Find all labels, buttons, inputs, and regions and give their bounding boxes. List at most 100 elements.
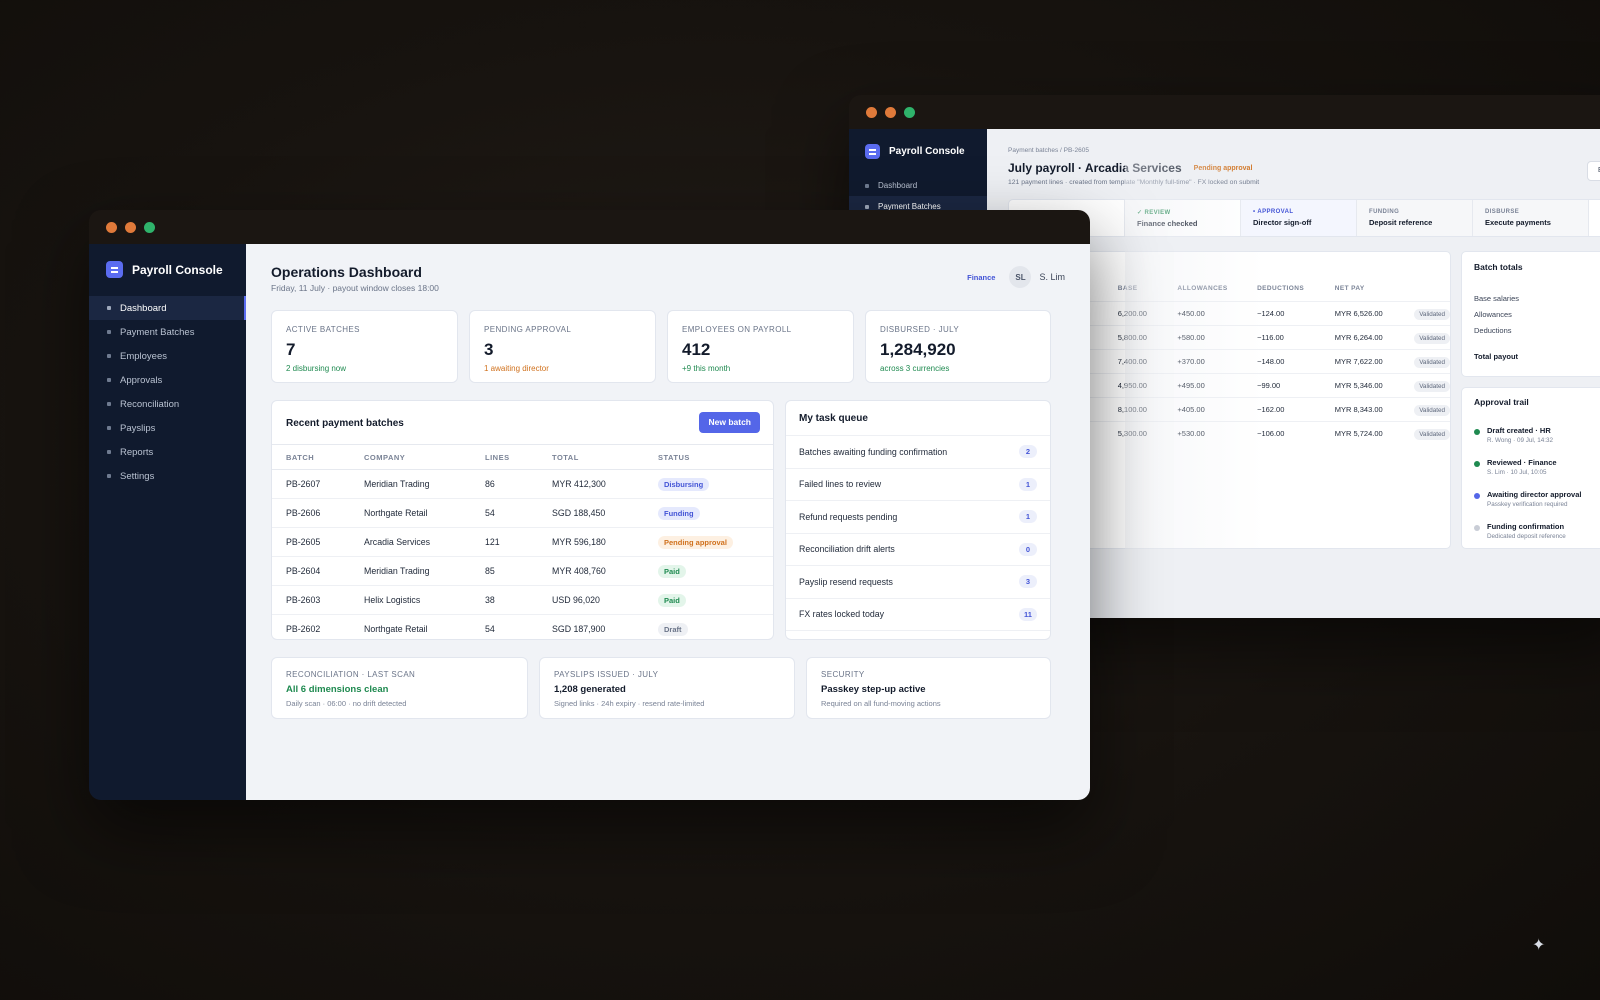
- table-cell: +495.00: [1177, 372, 1258, 397]
- sidebar-item-dashboard[interactable]: Dashboard: [849, 175, 987, 196]
- step-funding[interactable]: FUNDING Deposit reference: [1357, 200, 1473, 236]
- avatar[interactable]: SL: [1009, 266, 1032, 288]
- card-label: PAYSLIPS ISSUED · JULY: [554, 670, 659, 679]
- column-header[interactable]: ALLOWANCES: [1177, 277, 1257, 301]
- task-count-badge: 11: [1019, 607, 1037, 621]
- table-cell: MYR 8,343.00: [1334, 396, 1415, 421]
- column-header[interactable]: TOTAL: [552, 444, 658, 470]
- kpi-value: 7: [286, 340, 296, 359]
- user-menu[interactable]: Finance SL S. Lim: [967, 266, 1065, 288]
- task-item[interactable]: Batches awaiting funding confirmation 2: [786, 436, 1050, 469]
- bullet-icon: [107, 330, 111, 334]
- status-cell: Draft: [658, 615, 773, 644]
- sidebar-item-label: Reports: [120, 446, 154, 458]
- window-minimize-button[interactable]: [885, 106, 896, 118]
- task-count-badge: 0: [1019, 542, 1037, 556]
- validated-badge: Validated: [1414, 356, 1450, 368]
- sidebar-nav: Dashboard Payment Batches Employees Approva…: [89, 296, 246, 488]
- task-item[interactable]: Payslip resend requests 3: [786, 566, 1050, 599]
- column-header[interactable]: BATCH: [272, 444, 364, 470]
- task-item[interactable]: Refund requests pending 1: [786, 501, 1050, 534]
- column-header[interactable]: DEDUCTIONS: [1257, 277, 1335, 301]
- status-dot-icon: [1474, 429, 1480, 435]
- status-badge: Funding: [658, 506, 700, 520]
- window-maximize-button[interactable]: [144, 221, 155, 233]
- window-titlebar: [849, 95, 1600, 129]
- kpi-note: 1 awaiting director: [484, 364, 549, 373]
- step-approval[interactable]: • APPROVAL Director sign-off: [1241, 200, 1357, 236]
- column-header[interactable]: COMPANY: [364, 444, 485, 470]
- sidebar-item-reconciliation[interactable]: Reconciliation: [89, 392, 246, 416]
- kpi-card-employees[interactable]: EMPLOYEES ON PAYROLL 412 +9 this month: [667, 310, 854, 383]
- card-sub: Signed links · 24h expiry · resend rate-…: [554, 699, 705, 708]
- trail-event: Draft created · HR R. Wong · 09 Jul, 14:3…: [1474, 426, 1553, 444]
- kpi-value: 3: [484, 340, 494, 359]
- sidebar-item-dashboard[interactable]: Dashboard: [89, 296, 246, 320]
- kpi-card-disbursed[interactable]: DISBURSED · JULY 1,284,920 across 3 curr…: [865, 310, 1051, 383]
- table-row[interactable]: PB-2607 Meridian Trading 86 MYR 412,300 Disb…: [272, 469, 773, 499]
- task-item[interactable]: Reconciliation drift alerts 0: [786, 534, 1050, 566]
- card-headline: 1,208 generated: [554, 684, 626, 695]
- table-header-row: BATCH COMPANY LINES TOTAL STATUS: [272, 444, 773, 470]
- column-header[interactable]: STATUS: [658, 444, 773, 470]
- table-cell: −116.00: [1257, 324, 1335, 349]
- window-maximize-button[interactable]: [904, 106, 915, 118]
- event-sub: S. Lim · 10 Jul, 10:05: [1487, 469, 1547, 476]
- table-cell: 4,950.00: [1117, 372, 1178, 397]
- table-cell: Northgate Retail: [364, 498, 485, 528]
- table-cell: −148.00: [1257, 348, 1335, 373]
- breadcrumb[interactable]: Payment batches / PB-2605: [1008, 147, 1089, 154]
- step-disburse[interactable]: DISBURSE Execute payments: [1473, 200, 1589, 236]
- step-value: Director sign-off: [1253, 218, 1312, 227]
- app-name: Payroll Console: [889, 146, 965, 157]
- kpi-card-active-batches[interactable]: ACTIVE BATCHES 7 2 disbursing now: [271, 310, 458, 383]
- sidebar-item-employees[interactable]: Employees: [89, 344, 246, 368]
- card-label: SECURITY: [821, 670, 865, 679]
- table-row[interactable]: PB-2602 Northgate Retail 54 SGD 187,900 Draf…: [272, 615, 773, 644]
- sidebar-item-payslips[interactable]: Payslips: [89, 416, 246, 440]
- status-cell: Paid: [658, 585, 773, 615]
- brand: Payroll Console: [865, 144, 965, 159]
- table-row[interactable]: PB-2605 Arcadia Services 121 MYR 596,180 Pen…: [272, 527, 773, 557]
- card-sub: Daily scan · 06:00 · no drift detected: [286, 699, 407, 708]
- table-cell: MYR 6,526.00: [1334, 300, 1415, 325]
- payslips-card[interactable]: PAYSLIPS ISSUED · JULY 1,208 generated S…: [539, 657, 795, 719]
- sidebar-item-label: Approvals: [120, 374, 163, 386]
- column-header[interactable]: BASE: [1118, 277, 1178, 301]
- table-cell: 85: [485, 556, 552, 586]
- table-cell: 8,100.00: [1117, 396, 1178, 421]
- column-header[interactable]: LINES: [485, 444, 552, 470]
- trail-event: Funding confirmation Dedicated deposit re…: [1474, 522, 1566, 540]
- window-close-button[interactable]: [106, 221, 117, 233]
- security-card[interactable]: SECURITY Passkey step-up active Required…: [806, 657, 1051, 719]
- status-cell: Pending approval: [658, 527, 773, 557]
- sidebar: Payroll Console Dashboard Payment Batches…: [89, 244, 246, 800]
- window-close-button[interactable]: [866, 106, 877, 118]
- table-row[interactable]: PB-2606 Northgate Retail 54 SGD 188,450 Fund…: [272, 498, 773, 528]
- new-batch-button[interactable]: New batch: [699, 412, 760, 433]
- step-key: • APPROVAL: [1253, 209, 1294, 215]
- column-header[interactable]: NET PAY: [1335, 277, 1414, 301]
- table-cell: SGD 187,900: [552, 624, 606, 635]
- sidebar-item-label: Dashboard: [120, 302, 167, 314]
- kpi-card-pending-approval[interactable]: PENDING APPROVAL 3 1 awaiting director: [469, 310, 656, 383]
- sidebar-item-payment-batches[interactable]: Payment Batches: [89, 320, 246, 344]
- reconciliation-card[interactable]: RECONCILIATION · LAST SCAN All 6 dimensi…: [271, 657, 528, 719]
- task-count-badge: 3: [1019, 575, 1037, 589]
- card-headline: All 6 dimensions clean: [286, 684, 389, 695]
- header-action-button[interactable]: E: [1587, 161, 1600, 181]
- table-cell: MYR 5,346.00: [1334, 372, 1415, 397]
- window-minimize-button[interactable]: [125, 221, 136, 233]
- table-cell: −162.00: [1257, 396, 1335, 421]
- kpi-label: EMPLOYEES ON PAYROLL: [682, 325, 792, 334]
- kpi-label: PENDING APPROVAL: [484, 325, 572, 334]
- table-row[interactable]: PB-2604 Meridian Trading 85 MYR 408,760 Paid: [272, 556, 773, 586]
- task-item[interactable]: FX rates locked today 11: [786, 599, 1050, 631]
- sidebar-item-settings[interactable]: Settings: [89, 464, 246, 488]
- sidebar-item-reports[interactable]: Reports: [89, 440, 246, 464]
- kpi-value: 412: [682, 340, 711, 359]
- step-review[interactable]: ✓ REVIEW Finance checked: [1125, 200, 1241, 236]
- task-item[interactable]: Failed lines to review 1: [786, 469, 1050, 501]
- sidebar-item-approvals[interactable]: Approvals: [89, 368, 246, 392]
- table-row[interactable]: PB-2603 Helix Logistics 38 USD 96,020 Paid: [272, 585, 773, 615]
